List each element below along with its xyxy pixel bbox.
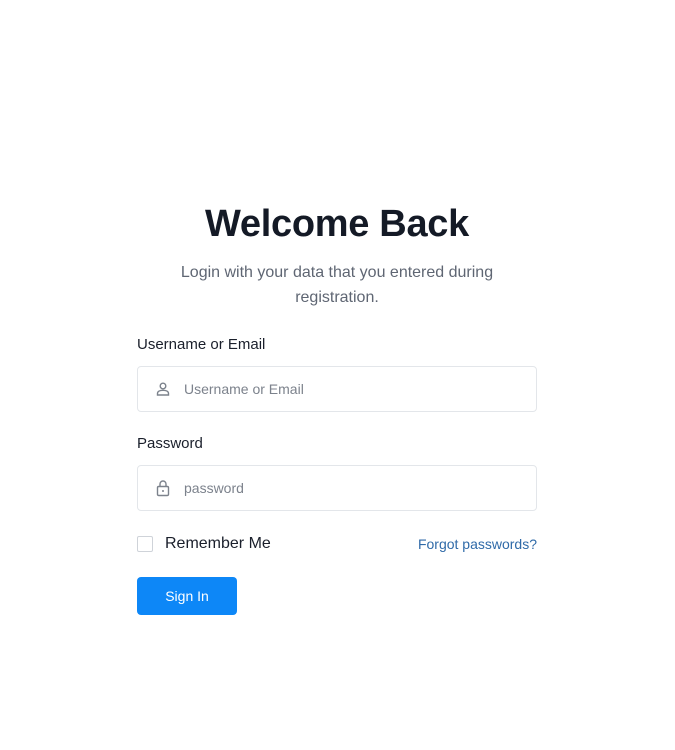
sign-in-button[interactable]: Sign In — [137, 577, 237, 615]
page-subtitle: Login with your data that you entered du… — [180, 264, 494, 306]
password-label: Password — [137, 435, 203, 452]
options-row: Remember Me Forgot passwords? — [137, 534, 537, 554]
remember-checkbox[interactable] — [137, 536, 153, 552]
forgot-password-link[interactable]: Forgot passwords? — [418, 536, 537, 552]
username-field[interactable] — [137, 366, 537, 412]
user-icon — [154, 380, 172, 398]
username-input[interactable] — [184, 367, 536, 411]
password-input[interactable] — [184, 466, 536, 510]
page-title: Welcome Back — [205, 203, 469, 245]
remember-me[interactable]: Remember Me — [137, 535, 271, 553]
remember-label[interactable]: Remember Me — [165, 535, 271, 553]
username-label: Username or Email — [137, 336, 266, 353]
lock-icon — [154, 479, 172, 497]
login-card: Welcome Back Login with your data that y… — [137, 200, 537, 615]
password-field[interactable] — [137, 465, 537, 511]
